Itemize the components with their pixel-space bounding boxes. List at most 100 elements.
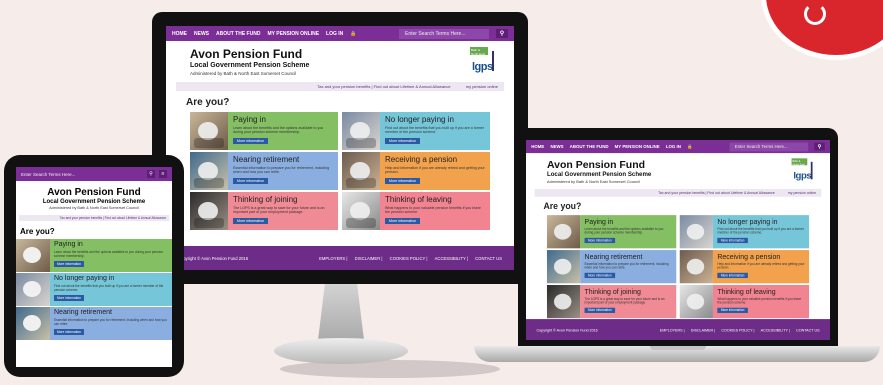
search-input[interactable]: Enter Search Terms Here...	[399, 28, 489, 39]
nav-news[interactable]: NEWS	[194, 31, 209, 37]
tax-link[interactable]: Tax and your pension benefits | Find out…	[19, 215, 169, 221]
more-info-button[interactable]: More information	[385, 217, 420, 224]
footer-link-employers[interactable]: EMPLOYERS	[319, 256, 345, 261]
card-desc: Help and information if you are already …	[717, 262, 805, 270]
site-admin-note: Administered by Bath & North East Somers…	[546, 179, 640, 184]
lock-icon: 🔒	[686, 143, 693, 150]
tree-icon	[492, 51, 504, 71]
card-no-longer-paying[interactable]: No longer paying in Find out about the be…	[679, 215, 810, 249]
card-image	[190, 152, 228, 190]
footer-link-employers[interactable]: EMPLOYERS	[660, 327, 683, 331]
card-receiving-pension[interactable]: Receiving a pension Help and information …	[342, 152, 490, 190]
site-footer: Copyright © Avon Pension Fund 2016 EMPLO…	[166, 246, 514, 270]
card-paying-in[interactable]: Paying in Learn about the benefits and th…	[190, 112, 338, 150]
nav-my-pension[interactable]: MY PENSION ONLINE	[267, 31, 319, 37]
section-title: Are you?	[20, 227, 55, 236]
more-info-button[interactable]: More information	[584, 272, 616, 279]
tree-icon	[810, 161, 821, 180]
nav-news[interactable]: NEWS	[550, 144, 563, 149]
footer-link-contact[interactable]: CONTACT US	[475, 256, 502, 261]
card-nearing-retirement[interactable]: Nearing retirement Essential information …	[16, 307, 172, 340]
card-desc: The LGPS is a great way to save for your…	[233, 206, 325, 215]
nav-about[interactable]: ABOUT THE FUND	[216, 31, 260, 37]
more-info-button[interactable]: More information	[233, 137, 268, 144]
card-title: Paying in	[54, 241, 83, 248]
laptop-notch	[650, 346, 706, 350]
nav-login[interactable]: LOG IN	[326, 31, 343, 37]
card-thinking-leaving[interactable]: Thinking of leaving What happens to your …	[342, 192, 490, 230]
tax-link[interactable]: Tax and your pension benefits | Find out…	[658, 191, 775, 195]
footer-link-disclaimer[interactable]: DISCLAIMER	[355, 256, 381, 261]
card-image	[190, 192, 228, 230]
footer-link-cookies[interactable]: COOKIES POLICY	[721, 327, 752, 331]
nav-login[interactable]: LOG IN	[666, 144, 681, 149]
more-info-button[interactable]: More information	[717, 307, 748, 313]
site-laptop: HOME NEWS ABOUT THE FUND MY PENSION ONLI…	[526, 140, 830, 340]
laptop-base	[474, 346, 880, 362]
card-thinking-joining[interactable]: Thinking of joining The LGPS is a great w…	[546, 285, 677, 319]
nav-about[interactable]: ABOUT THE FUND	[570, 144, 609, 149]
card-paying-in[interactable]: Paying in Learn about the benefits and th…	[546, 215, 677, 249]
more-info-button[interactable]: More information	[584, 237, 616, 244]
footer-link-contact[interactable]: CONTACT US	[796, 327, 819, 331]
card-title: Nearing retirement	[54, 309, 112, 316]
laptop-screen: HOME NEWS ABOUT THE FUND MY PENSION ONLI…	[526, 140, 830, 340]
card-image	[546, 250, 581, 284]
search-icon[interactable]: ⚲	[147, 170, 155, 178]
nav-home[interactable]: HOME	[172, 31, 187, 37]
search-icon[interactable]: ⚲	[496, 29, 508, 38]
card-thinking-joining[interactable]: Thinking of joining The LGPS is a great w…	[190, 192, 338, 230]
footer-link-cookies[interactable]: COOKIES POLICY	[390, 256, 426, 261]
card-receiving-pension[interactable]: Receiving a pension Help and information …	[679, 250, 810, 284]
card-no-longer-paying[interactable]: No longer paying in Find out about the be…	[16, 273, 172, 306]
more-info-button[interactable]: More information	[54, 329, 84, 335]
search-icon[interactable]: ⚲	[814, 142, 825, 151]
search-input[interactable]: Enter Search Terms Here...	[21, 172, 75, 177]
site-header: Avon Pension Fund Local Government Pensi…	[166, 41, 514, 80]
footer-link-accessibility[interactable]: ACCESSIBILITY	[761, 327, 788, 331]
more-info-button[interactable]: More information	[385, 177, 420, 184]
card-desc: Find out about the benefits that you bui…	[717, 227, 804, 235]
footer-link-accessibility[interactable]: ACCESSIBILITY	[435, 256, 466, 261]
desktop-monitor: HOME NEWS ABOUT THE FUND MY PENSION ONLI…	[152, 12, 528, 284]
card-no-longer-paying[interactable]: No longer paying in Find out about the be…	[342, 112, 490, 150]
more-info-button[interactable]: More information	[584, 307, 616, 313]
my-pension-link[interactable]: my pension online	[466, 84, 498, 89]
card-image	[190, 112, 228, 150]
footer-link-disclaimer[interactable]: DISCLAIMER	[691, 327, 713, 331]
more-info-button[interactable]: More information	[54, 295, 84, 301]
lgps-logo[interactable]: Bath & North East Somerset Council lgps	[470, 47, 504, 75]
site-tablet: Enter Search Terms Here... ⚲ ≡ Avon Pens…	[16, 167, 172, 340]
more-info-button[interactable]: More information	[233, 177, 268, 184]
card-title: No longer paying in	[717, 217, 778, 226]
card-image	[16, 239, 50, 272]
site-desktop: HOME NEWS ABOUT THE FUND MY PENSION ONLI…	[166, 26, 514, 270]
card-grid: Paying in Learn about the benefits and th…	[526, 215, 830, 319]
tablet: Enter Search Terms Here... ⚲ ≡ Avon Pens…	[4, 155, 184, 377]
more-info-button[interactable]: More information	[233, 217, 268, 224]
more-info-button[interactable]: More information	[717, 237, 748, 244]
nav-my-pension[interactable]: MY PENSION ONLINE	[615, 144, 660, 149]
monitor-stand-base	[274, 338, 408, 364]
footer-copyright: Copyright © Avon Pension Fund 2016	[178, 255, 249, 261]
section-title: Are you?	[543, 202, 582, 212]
card-nearing-retirement[interactable]: Nearing retirement Essential information …	[546, 250, 677, 284]
card-paying-in[interactable]: Paying in Learn about the benefits and th…	[16, 239, 172, 272]
card-desc: Learn about the benefits and the options…	[584, 227, 664, 235]
search-input[interactable]: Enter Search Terms Here...	[729, 142, 809, 151]
tax-link[interactable]: Tax and your pension benefits | Find out…	[317, 84, 450, 89]
my-pension-link[interactable]: my pension online	[788, 191, 816, 195]
card-title: No longer paying in	[385, 115, 454, 124]
more-info-button[interactable]: More information	[54, 261, 84, 267]
nav-home[interactable]: HOME	[531, 144, 544, 149]
more-info-button[interactable]: More information	[717, 272, 748, 279]
card-nearing-retirement[interactable]: Nearing retirement Essential information …	[190, 152, 338, 190]
mobile-nav: Enter Search Terms Here... ⚲ ≡	[16, 167, 172, 181]
lgps-logo[interactable]: Bath & North East Somerset Council lgps	[791, 158, 822, 182]
card-title: No longer paying in	[54, 275, 115, 282]
card-title: Thinking of leaving	[717, 287, 776, 296]
more-info-button[interactable]: More information	[385, 137, 420, 144]
card-title: Paying in	[233, 115, 266, 124]
hamburger-menu-icon[interactable]: ≡	[159, 170, 167, 178]
card-thinking-leaving[interactable]: Thinking of leaving What happens to your …	[679, 285, 810, 319]
